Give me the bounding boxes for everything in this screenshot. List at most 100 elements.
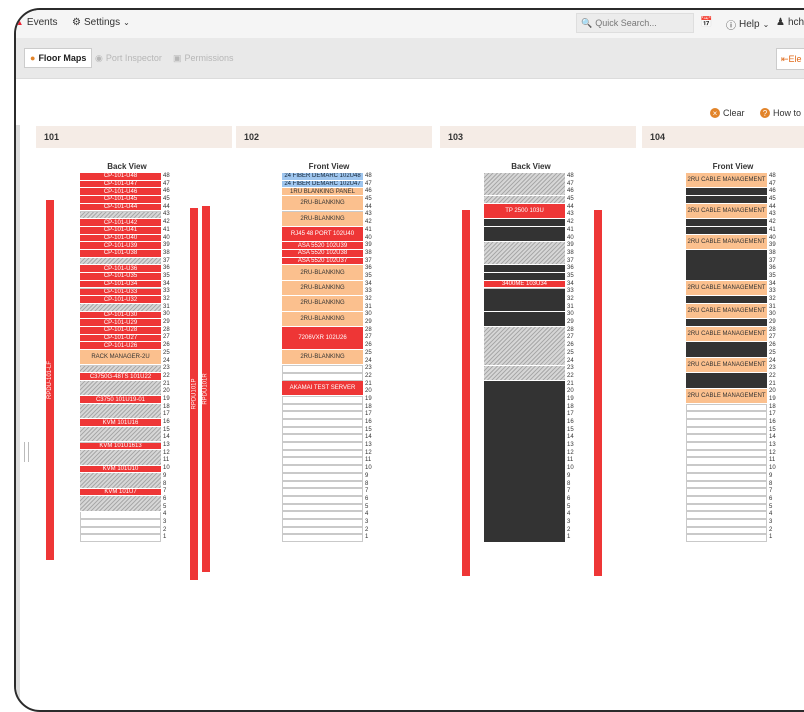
device[interactable]: CP-101-U42 xyxy=(80,219,161,227)
device[interactable]: CP-101-U48 xyxy=(80,173,161,181)
empty-slot[interactable] xyxy=(282,457,363,466)
blocked-slot[interactable] xyxy=(80,257,161,266)
rack-unit[interactable]: 16 xyxy=(686,419,780,427)
tab-permissions[interactable]: ▣ Permissions xyxy=(168,48,239,68)
blocked-slot[interactable] xyxy=(80,365,161,374)
device[interactable]: CP-101-U39 xyxy=(80,242,161,250)
device[interactable]: CP-101-U26 xyxy=(80,342,161,351)
blocked-slot[interactable] xyxy=(80,380,161,397)
rack-unit[interactable]: 9 xyxy=(282,472,376,481)
device[interactable]: CP-101-U44 xyxy=(80,203,161,212)
rack-unit[interactable]: 17 xyxy=(686,411,780,419)
rack-unit[interactable]: 1 xyxy=(80,534,174,542)
device[interactable]: ASA 5520 102U39 xyxy=(282,242,363,250)
rack-unit[interactable]: 1 xyxy=(686,534,780,542)
device[interactable]: ASA 5520 102U37 xyxy=(282,257,363,266)
empty-slot[interactable] xyxy=(686,488,767,496)
rack-unit[interactable]: 14 xyxy=(686,434,780,443)
empty-slot[interactable] xyxy=(282,372,363,381)
device-image[interactable] xyxy=(686,196,767,204)
device-image[interactable] xyxy=(686,250,767,281)
blocked-slot[interactable] xyxy=(484,365,565,381)
tab-floor-maps[interactable]: ● Floor Maps xyxy=(24,48,93,68)
device-image[interactable] xyxy=(484,273,565,281)
device[interactable]: TP 2500 103U xyxy=(484,203,565,220)
empty-slot[interactable] xyxy=(80,534,161,542)
device[interactable]: 2RU-BLANKING xyxy=(282,211,363,227)
clear-button[interactable]: × Clear xyxy=(710,108,745,118)
blocked-slot[interactable] xyxy=(80,211,161,220)
rack-unit[interactable]: 16 xyxy=(282,419,376,427)
rack-unit[interactable]: 15 xyxy=(686,426,780,435)
rack-unit[interactable]: 2 xyxy=(80,526,174,535)
device-image[interactable] xyxy=(686,373,767,389)
rack-unit[interactable]: 15 xyxy=(282,426,376,435)
device[interactable]: 1RU BLANKING PANEL xyxy=(282,188,363,197)
empty-slot[interactable] xyxy=(686,503,767,512)
device[interactable]: CP-101-U38 xyxy=(80,250,161,258)
empty-slot[interactable] xyxy=(282,472,363,481)
rack-unit[interactable]: 7 xyxy=(686,488,780,496)
device[interactable]: 2RU CABLE MANAGEMENT xyxy=(686,388,767,404)
empty-slot[interactable] xyxy=(282,419,363,427)
calendar-icon[interactable]: 📅 xyxy=(700,17,712,28)
blocked-slot[interactable] xyxy=(484,242,565,266)
rack-unit[interactable]: 5 xyxy=(282,503,376,512)
device[interactable]: 2RU-BLANKING xyxy=(282,280,363,297)
pdu-strip[interactable] xyxy=(462,210,470,576)
device[interactable]: 2RU-BLANKING xyxy=(282,311,363,327)
rack-unit[interactable]: 17 xyxy=(282,411,376,419)
rack-unit[interactable]: 19 xyxy=(282,395,376,404)
device-image[interactable] xyxy=(686,188,767,197)
rack-unit[interactable]: 9 xyxy=(686,472,780,481)
device-image[interactable] xyxy=(686,226,767,235)
empty-slot[interactable] xyxy=(282,495,363,504)
empty-slot[interactable] xyxy=(686,534,767,542)
empty-slot[interactable] xyxy=(282,442,363,450)
device-image[interactable] xyxy=(686,319,767,327)
empty-slot[interactable] xyxy=(80,526,161,535)
device[interactable]: 2RU-BLANKING xyxy=(282,265,363,281)
rack-unit[interactable]: 8 xyxy=(686,480,780,489)
device-image[interactable] xyxy=(484,311,565,327)
device[interactable]: 7206VXR 102U26 xyxy=(282,327,363,351)
device[interactable]: 2RU CABLE MANAGEMENT xyxy=(686,234,767,250)
empty-slot[interactable] xyxy=(686,526,767,535)
user-menu[interactable]: ♟ hch xyxy=(776,17,804,28)
device-image[interactable] xyxy=(686,342,767,358)
device[interactable]: 2RU-BLANKING xyxy=(282,350,363,366)
device[interactable]: CP-101-U34 xyxy=(80,280,161,289)
device[interactable]: RACK MANAGER-2U xyxy=(80,350,161,366)
device[interactable]: 2RU CABLE MANAGEMENT xyxy=(686,280,767,297)
quick-search[interactable]: 🔍 Quick Search... xyxy=(576,13,694,33)
device-image[interactable] xyxy=(484,288,565,312)
device[interactable]: 24 FIBER DEMARC 102U47 xyxy=(282,180,363,189)
empty-slot[interactable] xyxy=(686,449,767,458)
help-menu[interactable]: ⓘ Help ⌄ xyxy=(726,17,769,32)
device[interactable]: CP-101-U27 xyxy=(80,334,161,343)
device[interactable]: KVM 101U7 xyxy=(80,488,161,497)
device[interactable]: C3750 101U19-01 xyxy=(80,396,161,404)
rack-unit[interactable]: 14 xyxy=(282,434,376,443)
device[interactable]: 2RU-BLANKING xyxy=(282,296,363,312)
elevation-button[interactable]: ⇤ Ele xyxy=(776,48,804,70)
rack-unit[interactable]: 10 xyxy=(282,465,376,473)
empty-slot[interactable] xyxy=(686,457,767,466)
blocked-slot[interactable] xyxy=(80,404,161,420)
rack-unit[interactable]: 3 xyxy=(282,518,376,527)
empty-slot[interactable] xyxy=(282,465,363,473)
blocked-slot[interactable] xyxy=(80,450,161,466)
empty-slot[interactable] xyxy=(80,518,161,527)
device[interactable]: 2RU CABLE MANAGEMENT xyxy=(686,303,767,320)
rack-unit[interactable]: 3 xyxy=(80,518,174,527)
empty-slot[interactable] xyxy=(686,419,767,427)
device[interactable]: ASA 5520 102U38 xyxy=(282,250,363,258)
device[interactable]: 2RU CABLE MANAGEMENT xyxy=(686,173,767,189)
device[interactable]: CP-101-U30 xyxy=(80,311,161,320)
device[interactable]: 2RU-BLANKING xyxy=(282,196,363,212)
rack-unit[interactable]: 4 xyxy=(686,511,780,519)
empty-slot[interactable] xyxy=(282,434,363,443)
rack-unit[interactable]: 12 xyxy=(686,449,780,458)
rack-unit[interactable]: 2 xyxy=(686,526,780,535)
device-image[interactable] xyxy=(484,219,565,227)
